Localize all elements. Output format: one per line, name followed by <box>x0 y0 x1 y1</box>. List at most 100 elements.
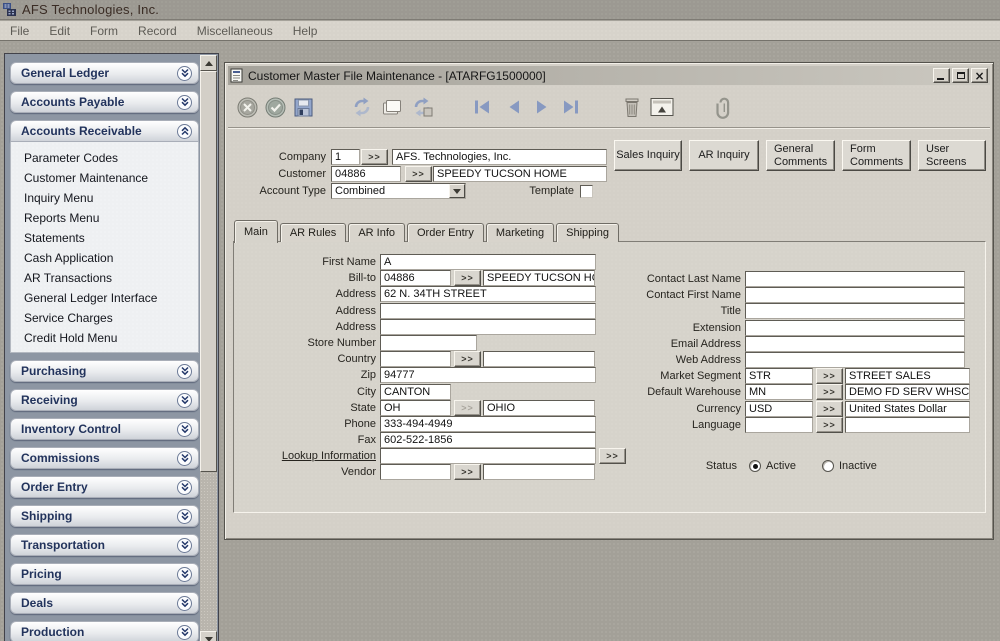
sidebar-header-transportation[interactable]: Transportation <box>10 534 199 556</box>
sidebar-item-parameter-codes[interactable]: Parameter Codes <box>24 148 198 168</box>
bill-to-lookup-button[interactable]: >> <box>454 270 481 286</box>
toolbar-save-icon[interactable] <box>289 93 317 121</box>
maximize-button[interactable] <box>952 68 969 83</box>
contact-last-name-field[interactable] <box>745 271 965 287</box>
menu-form[interactable]: Form <box>80 24 128 38</box>
default-warehouse-code-field[interactable]: MN <box>745 384 813 400</box>
sidebar-header-accounts-receivable[interactable]: Accounts Receivable <box>10 120 199 142</box>
address-field[interactable] <box>380 303 596 319</box>
sidebar-item-statements[interactable]: Statements <box>24 228 198 248</box>
general-comments-button[interactable]: General Comments <box>766 140 835 171</box>
ar-inquiry-button[interactable]: AR Inquiry <box>689 140 759 171</box>
sidebar-header-production[interactable]: Production <box>10 621 199 641</box>
vendor-code-field[interactable] <box>380 464 451 480</box>
sidebar-item-ar-transactions[interactable]: AR Transactions <box>24 268 198 288</box>
menu-edit[interactable]: Edit <box>39 24 80 38</box>
sidebar-item-customer-maintenance[interactable]: Customer Maintenance <box>24 168 198 188</box>
minimize-button[interactable] <box>933 68 950 83</box>
tab-order-entry[interactable]: Order Entry <box>407 223 484 242</box>
bill-to-code-field[interactable]: 04886 <box>380 270 451 286</box>
account-type-dropdown-button[interactable] <box>449 184 465 198</box>
sidebar-item-inquiry-menu[interactable]: Inquiry Menu <box>24 188 198 208</box>
fax-field[interactable]: 602-522-1856 <box>380 432 596 448</box>
currency-desc-field[interactable]: United States Dollar <box>845 401 970 417</box>
form-comments-button[interactable]: Form Comments <box>842 140 911 171</box>
sidebar-header-general-ledger[interactable]: General Ledger <box>10 62 199 84</box>
toolbar-attachments-icon[interactable] <box>710 93 738 121</box>
tab-ar-rules[interactable]: AR Rules <box>280 223 346 242</box>
account-type-select[interactable]: Combined <box>331 183 466 199</box>
default-warehouse-lookup-button[interactable]: >> <box>816 384 843 400</box>
sidebar-item-cash-application[interactable]: Cash Application <box>24 248 198 268</box>
first-name-field[interactable]: A <box>380 254 596 270</box>
lookup-information-lookup-button[interactable]: >> <box>599 448 626 464</box>
sidebar-item-general-ledger-interface[interactable]: General Ledger Interface <box>24 288 198 308</box>
store-number-field[interactable] <box>380 335 477 351</box>
scrollbar-thumb[interactable] <box>200 71 217 472</box>
company-lookup-button[interactable]: >> <box>361 149 388 165</box>
currency-code-field[interactable]: USD <box>745 401 813 417</box>
language-code-field[interactable] <box>745 417 813 433</box>
tab-shipping[interactable]: Shipping <box>556 223 619 242</box>
email-address-field[interactable] <box>745 336 965 352</box>
address-field[interactable]: 62 N. 34TH STREET <box>380 286 596 302</box>
status-radio-active[interactable] <box>749 460 761 472</box>
toolbar-next-record-icon[interactable] <box>528 93 556 121</box>
status-radio-inactive[interactable] <box>822 460 834 472</box>
extension-field[interactable] <box>745 320 965 336</box>
toolbar-delete-icon[interactable] <box>618 93 646 121</box>
market-segment-desc-field[interactable]: STREET SALES <box>845 368 970 384</box>
toolbar-copy-icon[interactable] <box>378 93 406 121</box>
toolbar-refresh-data-icon[interactable] <box>408 93 436 121</box>
vendor-desc-field[interactable] <box>483 464 595 480</box>
sidebar-header-inventory-control[interactable]: Inventory Control <box>10 418 199 440</box>
tab-marketing[interactable]: Marketing <box>486 223 554 242</box>
country-code-field[interactable] <box>380 351 451 367</box>
state-code-field[interactable]: OH <box>380 400 451 416</box>
user-screens-button[interactable]: User Screens <box>918 140 986 171</box>
phone-field[interactable]: 333-494-4949 <box>380 416 596 432</box>
toolbar-confirm-icon[interactable] <box>261 93 289 121</box>
language-desc-field[interactable] <box>845 417 970 433</box>
menu-record[interactable]: Record <box>128 24 187 38</box>
zip-field[interactable]: 94777 <box>380 367 596 383</box>
sidebar-header-deals[interactable]: Deals <box>10 592 199 614</box>
bill-to-desc-field[interactable]: SPEEDY TUCSON HOME , <box>483 270 595 286</box>
language-lookup-button[interactable]: >> <box>816 417 843 433</box>
currency-lookup-button[interactable]: >> <box>816 401 843 417</box>
sales-inquiry-button[interactable]: Sales Inquiry <box>614 140 682 171</box>
sidebar-header-order-entry[interactable]: Order Entry <box>10 476 199 498</box>
customer-name-field[interactable]: SPEEDY TUCSON HOME <box>433 166 607 182</box>
scroll-up-button[interactable] <box>200 55 217 71</box>
sidebar-header-commissions[interactable]: Commissions <box>10 447 199 469</box>
market-segment-lookup-button[interactable]: >> <box>816 368 843 384</box>
company-name-field[interactable]: AFS. Technologies, Inc. <box>392 149 607 165</box>
close-button[interactable]: × <box>971 68 988 83</box>
sidebar-item-service-charges[interactable]: Service Charges <box>24 308 198 328</box>
toolbar-previous-record-icon[interactable] <box>500 93 528 121</box>
template-checkbox[interactable] <box>580 185 593 198</box>
sidebar-header-pricing[interactable]: Pricing <box>10 563 199 585</box>
customer-code-field[interactable]: 04886 <box>331 166 401 182</box>
lookup-information-label[interactable]: Lookup Information <box>235 450 380 462</box>
sidebar-item-reports-menu[interactable]: Reports Menu <box>24 208 198 228</box>
market-segment-code-field[interactable]: STR <box>745 368 813 384</box>
customer-lookup-button[interactable]: >> <box>405 166 432 182</box>
sidebar-header-purchasing[interactable]: Purchasing <box>10 360 199 382</box>
sidebar-scrollbar[interactable] <box>200 55 217 641</box>
company-code-field[interactable]: 1 <box>331 149 360 165</box>
vendor-lookup-button[interactable]: >> <box>454 464 481 480</box>
menu-help[interactable]: Help <box>283 24 328 38</box>
city-field[interactable]: CANTON <box>380 384 451 400</box>
tab-main[interactable]: Main <box>234 220 278 243</box>
menu-miscellaneous[interactable]: Miscellaneous <box>187 24 283 38</box>
sidebar-item-credit-hold-menu[interactable]: Credit Hold Menu <box>24 328 198 348</box>
menu-file[interactable]: File <box>0 24 39 38</box>
country-lookup-button[interactable]: >> <box>454 351 481 367</box>
sidebar-header-receiving[interactable]: Receiving <box>10 389 199 411</box>
toolbar-image-viewer-icon[interactable] <box>648 93 676 121</box>
contact-first-name-field[interactable] <box>745 287 965 303</box>
toolbar-refresh-icon[interactable] <box>348 93 376 121</box>
toolbar-cancel-icon[interactable] <box>233 93 261 121</box>
toolbar-first-record-icon[interactable] <box>468 93 496 121</box>
